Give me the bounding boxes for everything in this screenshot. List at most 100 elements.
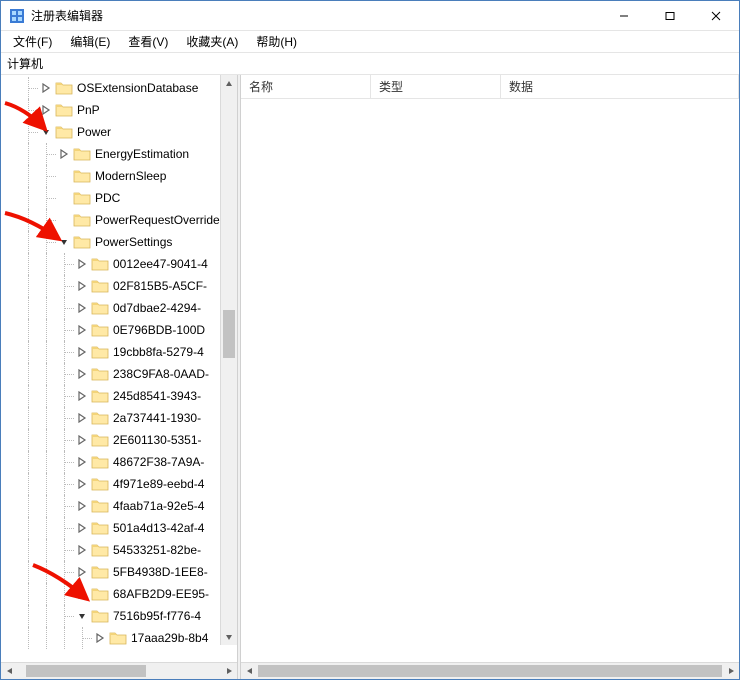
tree-item[interactable]: 5FB4938D-1EE8- [1, 561, 237, 583]
tree-item-label: 501a4d13-42af-4 [113, 521, 204, 535]
tree-vscroll-thumb[interactable] [223, 310, 235, 358]
chevron-right-icon[interactable] [75, 345, 89, 359]
folder-icon [55, 124, 73, 140]
tree-vscroll-track[interactable] [221, 92, 237, 628]
tree-item[interactable]: 0012ee47-9041-4 [1, 253, 237, 275]
chevron-right-icon[interactable] [75, 521, 89, 535]
close-button[interactable] [693, 1, 739, 30]
tree-item-label: PowerSettings [95, 235, 172, 249]
menu-view[interactable]: 查看(V) [120, 31, 176, 52]
scroll-down-icon[interactable] [221, 628, 237, 645]
tree-item-label: EnergyEstimation [95, 147, 189, 161]
tree-item[interactable]: 02F815B5-A5CF- [1, 275, 237, 297]
tree-item[interactable]: 48672F38-7A9A- [1, 451, 237, 473]
tree-item[interactable]: Power [1, 121, 237, 143]
chevron-right-icon[interactable] [75, 565, 89, 579]
address-bar[interactable]: 计算机 [1, 53, 739, 75]
chevron-right-icon[interactable] [75, 477, 89, 491]
tree-item[interactable]: EnergyEstimation [1, 143, 237, 165]
tree-item[interactable]: 238C9FA8-0AAD- [1, 363, 237, 385]
tree-item[interactable]: 4f971e89-eebd-4 [1, 473, 237, 495]
tree-item[interactable]: 0d7dbae2-4294- [1, 297, 237, 319]
folder-icon [91, 498, 109, 514]
app-icon [9, 8, 25, 24]
tree-item-label: Power [77, 125, 111, 139]
tree-item[interactable]: 501a4d13-42af-4 [1, 517, 237, 539]
menu-help[interactable]: 帮助(H) [248, 31, 305, 52]
chevron-down-icon[interactable] [57, 235, 71, 249]
column-data[interactable]: 数据 [501, 75, 739, 98]
chevron-right-icon[interactable] [75, 367, 89, 381]
chevron-down-icon[interactable] [39, 125, 53, 139]
tree-horizontal-scrollbar[interactable] [1, 662, 237, 679]
scroll-up-icon[interactable] [221, 75, 237, 92]
tree-item[interactable]: 54533251-82be- [1, 539, 237, 561]
chevron-right-icon[interactable] [93, 631, 107, 645]
title-bar[interactable]: 注册表编辑器 [1, 1, 739, 31]
scroll-left-icon[interactable] [1, 663, 18, 680]
folder-icon [73, 234, 91, 250]
tree-item-label: PnP [77, 103, 100, 117]
chevron-right-icon[interactable] [75, 543, 89, 557]
tree-scroll-area[interactable]: OSExtensionDatabase PnP Power EnergyEstimat… [1, 75, 237, 662]
chevron-down-icon[interactable] [75, 609, 89, 623]
tree-item[interactable]: PowerSettings [1, 231, 237, 253]
tree-hscroll-thumb[interactable] [26, 665, 146, 677]
tree-hscroll-track[interactable] [18, 663, 220, 679]
chevron-right-icon[interactable] [75, 257, 89, 271]
tree-item[interactable]: 17aaa29b-8b4 [1, 627, 237, 649]
tree-item-label: 245d8541-3943- [113, 389, 201, 403]
list-horizontal-scrollbar[interactable] [241, 662, 739, 679]
chevron-right-icon[interactable] [39, 103, 53, 117]
minimize-button[interactable] [601, 1, 647, 30]
chevron-right-icon[interactable] [75, 433, 89, 447]
chevron-right-icon[interactable] [75, 389, 89, 403]
scroll-left-icon[interactable] [241, 663, 258, 680]
chevron-right-icon[interactable] [75, 499, 89, 513]
chevron-right-icon[interactable] [75, 323, 89, 337]
chevron-right-icon[interactable] [75, 455, 89, 469]
tree-item-label: 68AFB2D9-EE95- [113, 587, 209, 601]
tree-item[interactable]: ModernSleep [1, 165, 237, 187]
tree-item[interactable]: 19cbb8fa-5279-4 [1, 341, 237, 363]
window-frame: 注册表编辑器 文件(F) 编辑(E) 查看(V) 收藏夹(A) 帮助(H) 计算… [0, 0, 740, 680]
tree-item[interactable]: 68AFB2D9-EE95- [1, 583, 237, 605]
tree-item[interactable]: 245d8541-3943- [1, 385, 237, 407]
folder-icon [91, 322, 109, 338]
chevron-right-icon[interactable] [75, 587, 89, 601]
tree-pane: OSExtensionDatabase PnP Power EnergyEstimat… [1, 75, 237, 679]
list-pane: 名称 类型 数据 [241, 75, 739, 679]
menu-edit[interactable]: 编辑(E) [62, 31, 118, 52]
chevron-right-icon[interactable] [39, 81, 53, 95]
column-type[interactable]: 类型 [371, 75, 501, 98]
chevron-right-icon[interactable] [57, 147, 71, 161]
tree-item[interactable]: 7516b95f-f776-4 [1, 605, 237, 627]
list-hscroll-thumb[interactable] [258, 665, 722, 677]
column-name[interactable]: 名称 [241, 75, 371, 98]
tree-item[interactable]: OSExtensionDatabase [1, 77, 237, 99]
list-hscroll-track[interactable] [258, 663, 722, 679]
folder-icon [91, 256, 109, 272]
tree-item[interactable]: 0E796BDB-100D [1, 319, 237, 341]
scroll-right-icon[interactable] [722, 663, 739, 680]
chevron-right-icon[interactable] [75, 279, 89, 293]
tree-item[interactable]: 2a737441-1930- [1, 407, 237, 429]
menu-file[interactable]: 文件(F) [5, 31, 60, 52]
tree-vertical-scrollbar[interactable] [220, 75, 237, 645]
tree-item[interactable]: 2E601130-5351- [1, 429, 237, 451]
tree-item[interactable]: PnP [1, 99, 237, 121]
tree-item[interactable]: PowerRequestOverride [1, 209, 237, 231]
folder-icon [91, 300, 109, 316]
tree-item[interactable]: 4faab71a-92e5-4 [1, 495, 237, 517]
tree-item[interactable]: PDC [1, 187, 237, 209]
list-header: 名称 类型 数据 [241, 75, 739, 99]
chevron-right-icon[interactable] [75, 411, 89, 425]
chevron-right-icon[interactable] [75, 301, 89, 315]
list-body[interactable] [241, 99, 739, 662]
menu-favorites[interactable]: 收藏夹(A) [178, 31, 246, 52]
folder-icon [73, 168, 91, 184]
tree-item-label: 02F815B5-A5CF- [113, 279, 207, 293]
scroll-right-icon[interactable] [220, 663, 237, 680]
folder-icon [55, 80, 73, 96]
maximize-button[interactable] [647, 1, 693, 30]
